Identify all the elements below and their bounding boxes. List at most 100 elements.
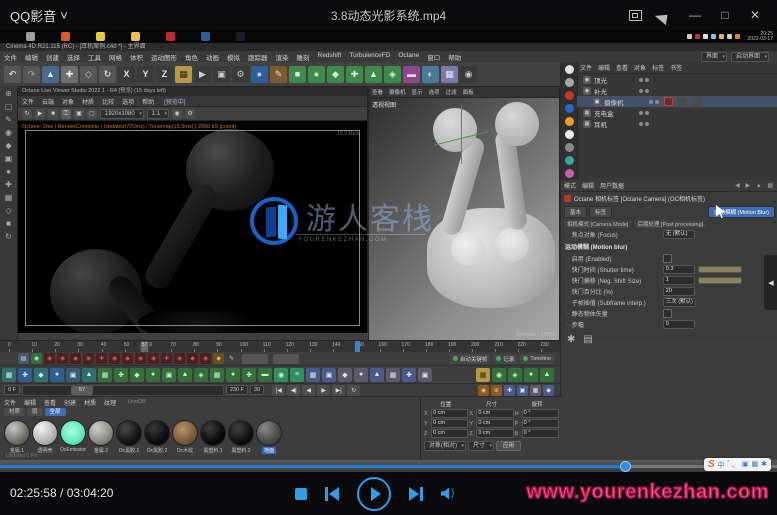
fps-box[interactable]: 30: [250, 385, 265, 395]
material-preview-ball[interactable]: [200, 420, 226, 446]
coord-toolbar-icon[interactable]: ◆: [543, 384, 554, 396]
palette-tool-icon[interactable]: ▣: [5, 155, 13, 163]
attribute-subtab[interactable]: 相机模式 [Camera Mode]: [564, 220, 632, 228]
strip-icon[interactable]: [564, 143, 574, 152]
play-icon[interactable]: ▶: [35, 108, 45, 119]
octane-camera-tag-icon[interactable]: [664, 97, 673, 106]
material-name[interactable]: Oc黑胶.1: [119, 447, 140, 454]
material-name[interactable]: 黑塑料.1: [203, 447, 222, 454]
palette-tool-icon[interactable]: ▢: [5, 103, 13, 111]
material-tab[interactable]: 层: [27, 408, 43, 416]
object-tag-icon[interactable]: [678, 97, 687, 106]
material-menu-item[interactable]: 材质: [80, 398, 100, 407]
seek-bar[interactable]: [0, 461, 777, 472]
range-end[interactable]: 230 F: [225, 385, 249, 395]
material-swatch[interactable]: 透明壳: [32, 420, 58, 454]
collapsed-panel-flyout[interactable]: ◀: [764, 255, 777, 310]
c4d-menu-item[interactable]: 雕刻: [293, 52, 314, 62]
keyframe-record-icon[interactable]: ◉: [200, 353, 211, 364]
size-field[interactable]: 0 cm: [476, 419, 514, 428]
parameter-checkbox[interactable]: [662, 309, 672, 318]
material-swatch[interactable]: 黑塑料.1: [200, 420, 226, 454]
palette-icon[interactable]: ▣: [418, 367, 432, 382]
live-viewer-menu-item[interactable]: 云端: [38, 97, 58, 106]
material-name[interactable]: 地面: [261, 447, 276, 454]
transport-button[interactable]: ▶: [317, 384, 331, 396]
strip-icon[interactable]: [564, 169, 574, 178]
rotation-field[interactable]: 0 °: [521, 419, 559, 428]
palette-tool-icon[interactable]: ▦: [5, 194, 13, 202]
transport-button[interactable]: ▶|: [332, 384, 346, 396]
live-viewer-menu-item[interactable]: 对象: [58, 97, 78, 106]
palette-icon[interactable]: ●: [146, 367, 160, 382]
object-manager-menu-item[interactable]: 编辑: [595, 63, 613, 72]
c4d-tool-icon[interactable]: ↷: [23, 65, 40, 83]
c4d-tool-icon[interactable]: ✎: [270, 65, 287, 83]
palette-icon[interactable]: ●: [50, 367, 64, 382]
attribute-subtab[interactable]: 后期处理 [Post processing]: [634, 220, 707, 228]
object-manager-menu-item[interactable]: 对象: [631, 63, 649, 72]
record-toggle[interactable]: 记录: [493, 353, 518, 364]
history-arrows[interactable]: ◀ ▶ ▲ ▦: [735, 182, 775, 189]
object-name[interactable]: 摄像机: [604, 97, 638, 107]
palette-icon[interactable]: ✚: [18, 367, 32, 382]
material-preview-ball[interactable]: [256, 420, 282, 446]
parameter-slider[interactable]: [697, 277, 742, 284]
c4d-tool-icon[interactable]: ✚: [346, 65, 363, 83]
keyframe-record-icon[interactable]: ◆: [187, 353, 198, 364]
material-menu-item[interactable]: 纹理: [100, 398, 120, 407]
resolution-dropdown[interactable]: 1920x1080: [100, 108, 144, 119]
object-row[interactable]: ▣ 摄像机: [577, 96, 777, 107]
object-manager-menu-item[interactable]: 标签: [649, 63, 667, 72]
c4d-tool-icon[interactable]: ▣: [213, 65, 230, 83]
transport-button[interactable]: ◀|: [287, 384, 301, 396]
object-name[interactable]: 充电盒: [594, 108, 628, 118]
mini-mode-button[interactable]: [654, 4, 676, 26]
object-row[interactable]: ▦ 耳机: [577, 118, 777, 129]
palette-tool-icon[interactable]: ■: [6, 220, 11, 228]
object-row[interactable]: ▦ 充电盒: [577, 107, 777, 118]
parameter-value[interactable]: 0.3: [662, 265, 695, 274]
material-preview-ball[interactable]: [4, 420, 30, 446]
viewport-menu-item[interactable]: 面板: [460, 88, 477, 96]
c4d-tool-icon[interactable]: ▲: [365, 65, 382, 83]
c4d-tool-icon[interactable]: ▲: [42, 65, 59, 83]
palette-icon[interactable]: ▣: [322, 367, 336, 382]
coord-toolbar-icon[interactable]: ◉: [478, 384, 489, 396]
palette-tool-icon[interactable]: ↻: [5, 233, 12, 241]
material-swatch[interactable]: Oc黑胶.1: [116, 420, 142, 454]
object-name[interactable]: 补光: [594, 86, 628, 96]
record-toggle[interactable]: 自动关键帧: [449, 353, 491, 364]
material-menu-item[interactable]: 创建: [60, 398, 80, 407]
maximize-button[interactable]: □: [717, 7, 733, 23]
viewport-menu-item[interactable]: 选项: [426, 88, 443, 96]
close-button[interactable]: ✕: [747, 7, 763, 23]
palette-icon-right[interactable]: ◉: [492, 367, 506, 382]
palette-icon[interactable]: ◆: [34, 367, 48, 382]
material-name[interactable]: Oc黑胶.2: [147, 447, 168, 454]
attribute-tab[interactable]: 标签: [589, 206, 613, 218]
ime-icon[interactable]: 中: [718, 460, 725, 470]
material-swatch[interactable]: Oc木纹: [172, 420, 198, 454]
c4d-menu-item[interactable]: 跟踪器: [244, 52, 272, 62]
record-toggle[interactable]: Timeline: [520, 353, 554, 364]
c4d-menu-item[interactable]: 角色: [181, 52, 202, 62]
ime-toolbar[interactable]: S 中 '、 ▣ ▦ ✱: [703, 458, 771, 471]
viewport-menu-item[interactable]: 查看: [369, 88, 386, 96]
visibility-dots[interactable]: [639, 77, 649, 82]
attribute-menu-item[interactable]: 编辑: [579, 181, 597, 190]
material-tab[interactable]: 材质: [4, 408, 26, 416]
material-swatch[interactable]: 金属.2: [88, 420, 114, 454]
ime-icon[interactable]: ▣: [742, 460, 749, 470]
c4d-tool-icon[interactable]: ◉: [460, 65, 477, 83]
c4d-menu-item[interactable]: TurbulenceFD: [345, 52, 394, 62]
transport-button[interactable]: |◀: [272, 384, 286, 396]
viewport-menu-item[interactable]: 摄像机: [386, 88, 409, 96]
strip-icon[interactable]: [564, 130, 574, 139]
coord-toolbar-icon[interactable]: ✚: [504, 384, 515, 396]
material-name[interactable]: Oc木纹: [177, 447, 193, 454]
size-field[interactable]: 0 cm: [476, 409, 514, 418]
material-preview-ball[interactable]: [144, 420, 170, 446]
settings-icon[interactable]: ⚙: [185, 108, 196, 119]
strip-icon[interactable]: [564, 104, 574, 113]
